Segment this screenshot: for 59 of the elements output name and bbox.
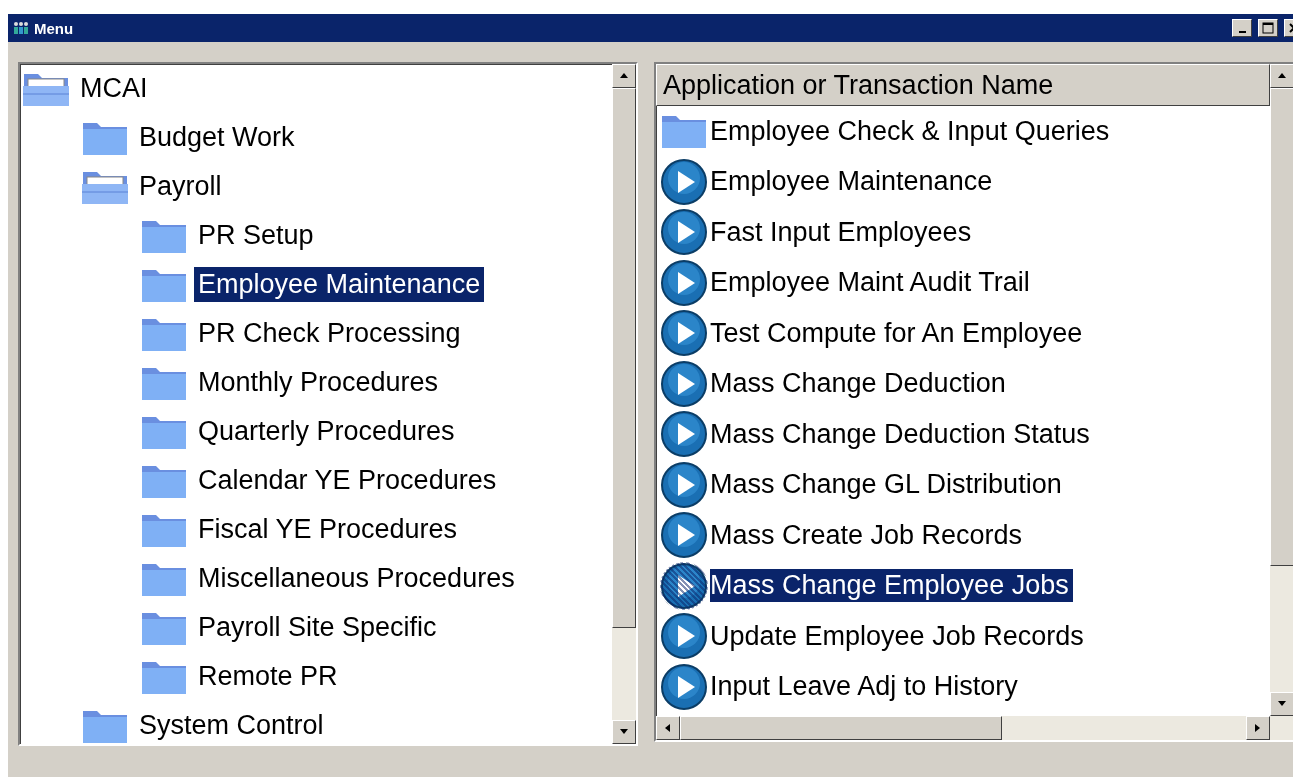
tree-item[interactable]: System Control — [135, 708, 328, 743]
tree-item[interactable]: Fiscal YE Procedures — [194, 512, 462, 547]
list-item[interactable]: Mass Create Job Records — [710, 518, 1027, 552]
list-item[interactable]: Mass Change Deduction Status — [710, 417, 1094, 451]
tree-item[interactable]: Calendar YE Procedures — [194, 463, 501, 498]
scroll-right-button[interactable] — [1246, 716, 1270, 740]
play-icon — [660, 309, 708, 358]
scrollbar[interactable] — [1270, 64, 1293, 740]
tree-item[interactable]: Remote PR — [194, 659, 342, 694]
window-title: Menu — [34, 19, 75, 37]
play-icon — [660, 460, 708, 509]
tree-item[interactable]: PR Setup — [194, 218, 318, 253]
list-item[interactable]: Employee Check & Input Queries — [710, 114, 1114, 148]
scroll-up-button[interactable] — [612, 64, 636, 88]
up-arrow-icon — [1277, 71, 1287, 81]
tree-item[interactable]: Payroll Site Specific — [194, 610, 441, 645]
scroll-down-button[interactable] — [612, 720, 636, 744]
tree-item[interactable]: Miscellaneous Procedures — [194, 561, 519, 596]
scroll-up-button[interactable] — [1270, 64, 1293, 88]
up-arrow-icon — [619, 71, 629, 81]
play-icon — [660, 561, 708, 610]
scroll-down-button[interactable] — [1270, 692, 1293, 716]
play-icon — [660, 612, 708, 661]
tree-item[interactable]: MCAI — [76, 71, 152, 106]
maximize-icon — [1262, 22, 1274, 34]
scroll-left-button[interactable] — [656, 716, 680, 740]
left-arrow-icon — [663, 723, 673, 733]
list-item[interactable]: Mass Change GL Distribution — [710, 468, 1066, 502]
tree-item[interactable]: Quarterly Procedures — [194, 414, 459, 449]
list-item[interactable]: Fast Input Employees — [710, 215, 976, 249]
scrollbar[interactable] — [612, 64, 636, 744]
play-icon — [660, 258, 708, 307]
scroll-thumb[interactable] — [612, 88, 636, 628]
list-item[interactable]: Employee Maint Audit Trail — [710, 266, 1034, 300]
tree-item[interactable]: Payroll — [135, 169, 226, 204]
horizontal-scrollbar[interactable] — [656, 716, 1270, 740]
tree-item[interactable]: Employee Maintenance — [194, 267, 485, 302]
people-icon — [12, 21, 30, 35]
list-item[interactable]: Test Compute for An Employee — [710, 316, 1087, 350]
play-icon — [660, 511, 708, 560]
play-icon — [660, 662, 708, 711]
list-item[interactable]: Employee Maintenance — [710, 165, 997, 199]
column-header[interactable]: Application or Transaction Name — [656, 64, 1270, 106]
list-item[interactable]: Input Leave Adj to History — [710, 670, 1022, 704]
tree-item[interactable]: Budget Work — [135, 120, 299, 155]
play-icon — [660, 410, 708, 459]
horizontal-scroll-thumb[interactable] — [680, 716, 1002, 740]
minimize-icon — [1238, 31, 1246, 33]
tree-item[interactable]: PR Check Processing — [194, 316, 465, 351]
play-icon — [660, 208, 708, 257]
list-item[interactable]: Update Employee Job Records — [710, 619, 1088, 653]
list-item[interactable]: Mass Change Employee Jobs — [710, 569, 1073, 603]
list-item[interactable]: Mass Change Deduction — [710, 367, 1010, 401]
tree-item[interactable]: Monthly Procedures — [194, 365, 443, 400]
play-icon — [660, 157, 708, 206]
minimize-button[interactable] — [1232, 19, 1252, 37]
play-icon — [660, 359, 708, 408]
scroll-thumb[interactable] — [1270, 88, 1293, 566]
maximize-button[interactable] — [1258, 19, 1278, 37]
